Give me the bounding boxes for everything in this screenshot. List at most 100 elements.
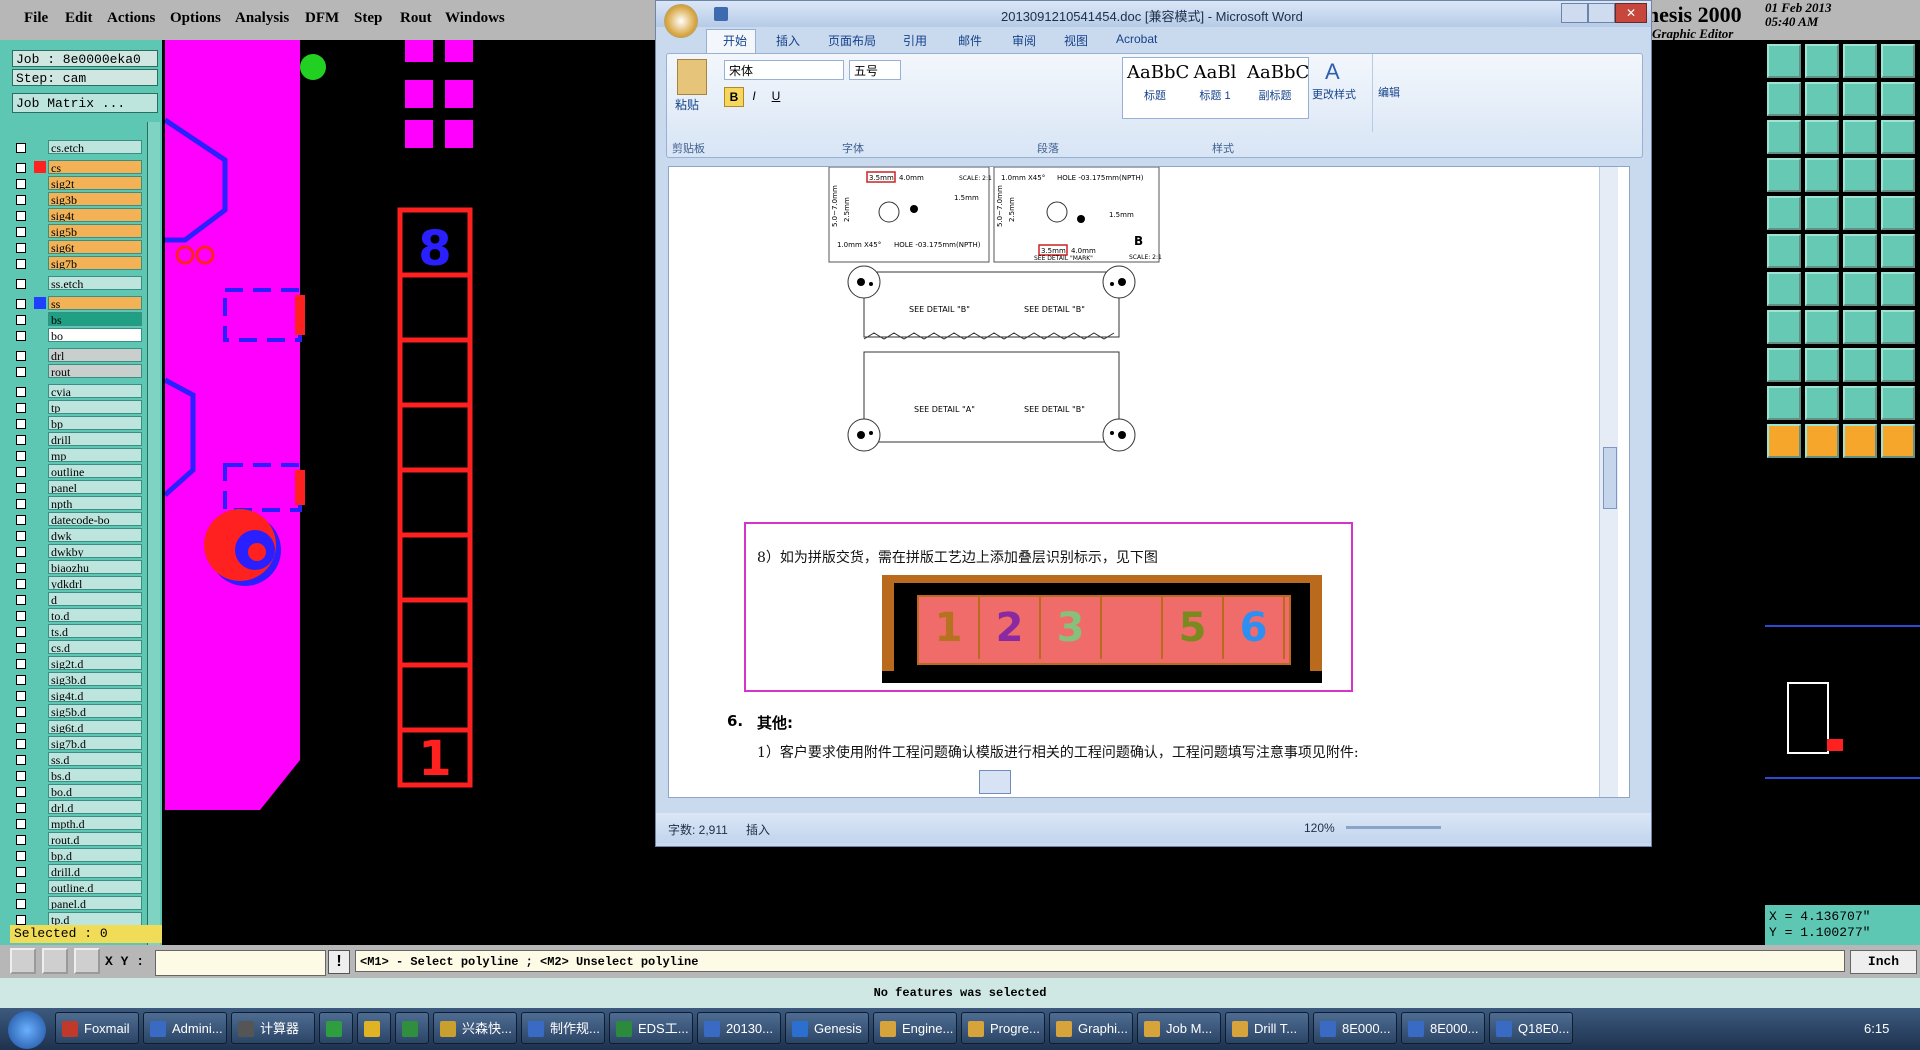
xy-input[interactable] [155, 950, 326, 976]
taskbar-button[interactable]: EDS工... [609, 1012, 693, 1044]
taskbar-button[interactable] [395, 1012, 429, 1044]
layer-name[interactable]: outline.d [48, 880, 142, 894]
layer-checkbox[interactable] [16, 915, 26, 925]
word-count[interactable]: 字数: 2,911 [668, 821, 728, 838]
layer-name[interactable]: drill.d [48, 864, 142, 878]
layer-name[interactable]: bp.d [48, 848, 142, 862]
layer-row[interactable]: sig6t.d [12, 720, 142, 735]
layer-checkbox[interactable] [16, 643, 26, 653]
layer-checkbox[interactable] [16, 883, 26, 893]
layer-name[interactable]: rout.d [48, 832, 142, 846]
vertical-scrollbar[interactable] [1599, 167, 1618, 797]
layer-checkbox[interactable] [16, 899, 26, 909]
layer-name[interactable]: cvia [48, 384, 142, 398]
restore-button[interactable] [1588, 3, 1615, 23]
layer-name[interactable]: mp [48, 448, 142, 462]
layer-checkbox[interactable] [16, 659, 26, 669]
change-styles-icon[interactable]: A [1325, 59, 1340, 85]
layer-name[interactable]: sig6t [48, 240, 142, 254]
taskbar-button[interactable]: Genesis [785, 1012, 869, 1044]
tool-button[interactable] [1881, 158, 1915, 192]
layer-name[interactable]: dwk [48, 528, 142, 542]
tool-button[interactable] [1805, 386, 1839, 420]
layer-row[interactable]: cvia [12, 384, 142, 399]
layer-checkbox[interactable] [16, 387, 26, 397]
overview-panel[interactable] [1765, 625, 1920, 779]
layer-row[interactable]: bo.d [12, 784, 142, 799]
taskbar-button[interactable]: Job M... [1137, 1012, 1221, 1044]
layer-name[interactable]: drill [48, 432, 142, 446]
layer-name[interactable]: dwkby [48, 544, 142, 558]
layer-checkbox[interactable] [16, 467, 26, 477]
layer-name[interactable]: bp [48, 416, 142, 430]
tool-button[interactable] [1843, 234, 1877, 268]
layer-name[interactable]: tp [48, 400, 142, 414]
layer-row[interactable]: sig3b.d [12, 672, 142, 687]
layer-row[interactable]: tp [12, 400, 142, 415]
layer-row[interactable]: drl [12, 348, 142, 363]
document-page[interactable]: 3.5mm 4.0mm 1.5mm 5.0~7.0mm 2.5mm 1.0mm … [668, 166, 1630, 798]
tool-button[interactable] [1843, 348, 1877, 382]
layer-row[interactable]: dwk [12, 528, 142, 543]
layer-checkbox[interactable] [16, 739, 26, 749]
layer-row[interactable]: cs.d [12, 640, 142, 655]
layer-name[interactable]: d [48, 592, 142, 606]
layer-checkbox[interactable] [16, 675, 26, 685]
font-size-box[interactable]: 五号 [849, 60, 901, 80]
layer-row[interactable]: sig5b [12, 224, 142, 239]
layer-name[interactable]: drl.d [48, 800, 142, 814]
tab-view[interactable]: 视图 [1064, 32, 1088, 49]
layer-checkbox[interactable] [16, 611, 26, 621]
tab-references[interactable]: 引用 [903, 32, 927, 49]
layer-name[interactable]: sig3b.d [48, 672, 142, 686]
layer-row[interactable]: cs [12, 160, 142, 175]
layer-row[interactable]: sig2t [12, 176, 142, 191]
layer-list-scrollbar[interactable] [147, 122, 160, 957]
layer-name[interactable]: rout [48, 364, 142, 378]
layer-name[interactable]: sig6t.d [48, 720, 142, 734]
layer-row[interactable]: drl.d [12, 800, 142, 815]
change-styles-label[interactable]: 更改样式 [1312, 86, 1356, 102]
layer-checkbox[interactable] [16, 595, 26, 605]
menu-analysis[interactable]: Analysis [235, 10, 289, 27]
layer-checkbox[interactable] [16, 211, 26, 221]
taskbar-button[interactable] [357, 1012, 391, 1044]
scroll-thumb[interactable] [1603, 447, 1617, 509]
tool-button[interactable] [1843, 158, 1877, 192]
tool-button[interactable] [1881, 120, 1915, 154]
layer-name[interactable]: panel [48, 480, 142, 494]
select-tool-button[interactable] [10, 948, 36, 974]
layer-row[interactable]: npth [12, 496, 142, 511]
menu-actions[interactable]: Actions [107, 10, 155, 27]
paragraph-tools[interactable] [987, 59, 1112, 119]
layer-name[interactable]: sig2t [48, 176, 142, 190]
italic-button[interactable]: I [745, 87, 763, 105]
taskbar-button[interactable]: Foxmail [55, 1012, 139, 1044]
taskbar-button[interactable]: Progre... [961, 1012, 1045, 1044]
tool-button[interactable] [1843, 310, 1877, 344]
taskbar-button[interactable]: 兴森快... [433, 1012, 517, 1044]
tool-button[interactable] [1881, 348, 1915, 382]
layer-checkbox[interactable] [16, 163, 26, 173]
layer-row[interactable]: rout [12, 364, 142, 379]
menu-file[interactable]: File [24, 10, 48, 27]
layer-row[interactable]: panel.d [12, 896, 142, 911]
tool-button[interactable] [1805, 348, 1839, 382]
layer-checkbox[interactable] [16, 435, 26, 445]
tab-acrobat[interactable]: Acrobat [1116, 32, 1157, 46]
layer-row[interactable]: mpth.d [12, 816, 142, 831]
layer-name[interactable]: npth [48, 496, 142, 510]
layer-row[interactable]: ss.d [12, 752, 142, 767]
layer-name[interactable]: tp.d [48, 912, 142, 926]
minimize-button[interactable] [1561, 3, 1588, 23]
layer-name[interactable]: ss.etch [48, 276, 142, 290]
layer-checkbox[interactable] [16, 755, 26, 765]
paste-icon[interactable] [677, 59, 707, 95]
layer-name[interactable]: to.d [48, 608, 142, 622]
tool-button[interactable] [1767, 120, 1801, 154]
tool-button[interactable] [1767, 234, 1801, 268]
start-button[interactable] [8, 1011, 46, 1049]
layer-name[interactable]: cs [48, 160, 142, 174]
layer-row[interactable]: cs.etch [12, 140, 142, 155]
layer-checkbox[interactable] [16, 403, 26, 413]
